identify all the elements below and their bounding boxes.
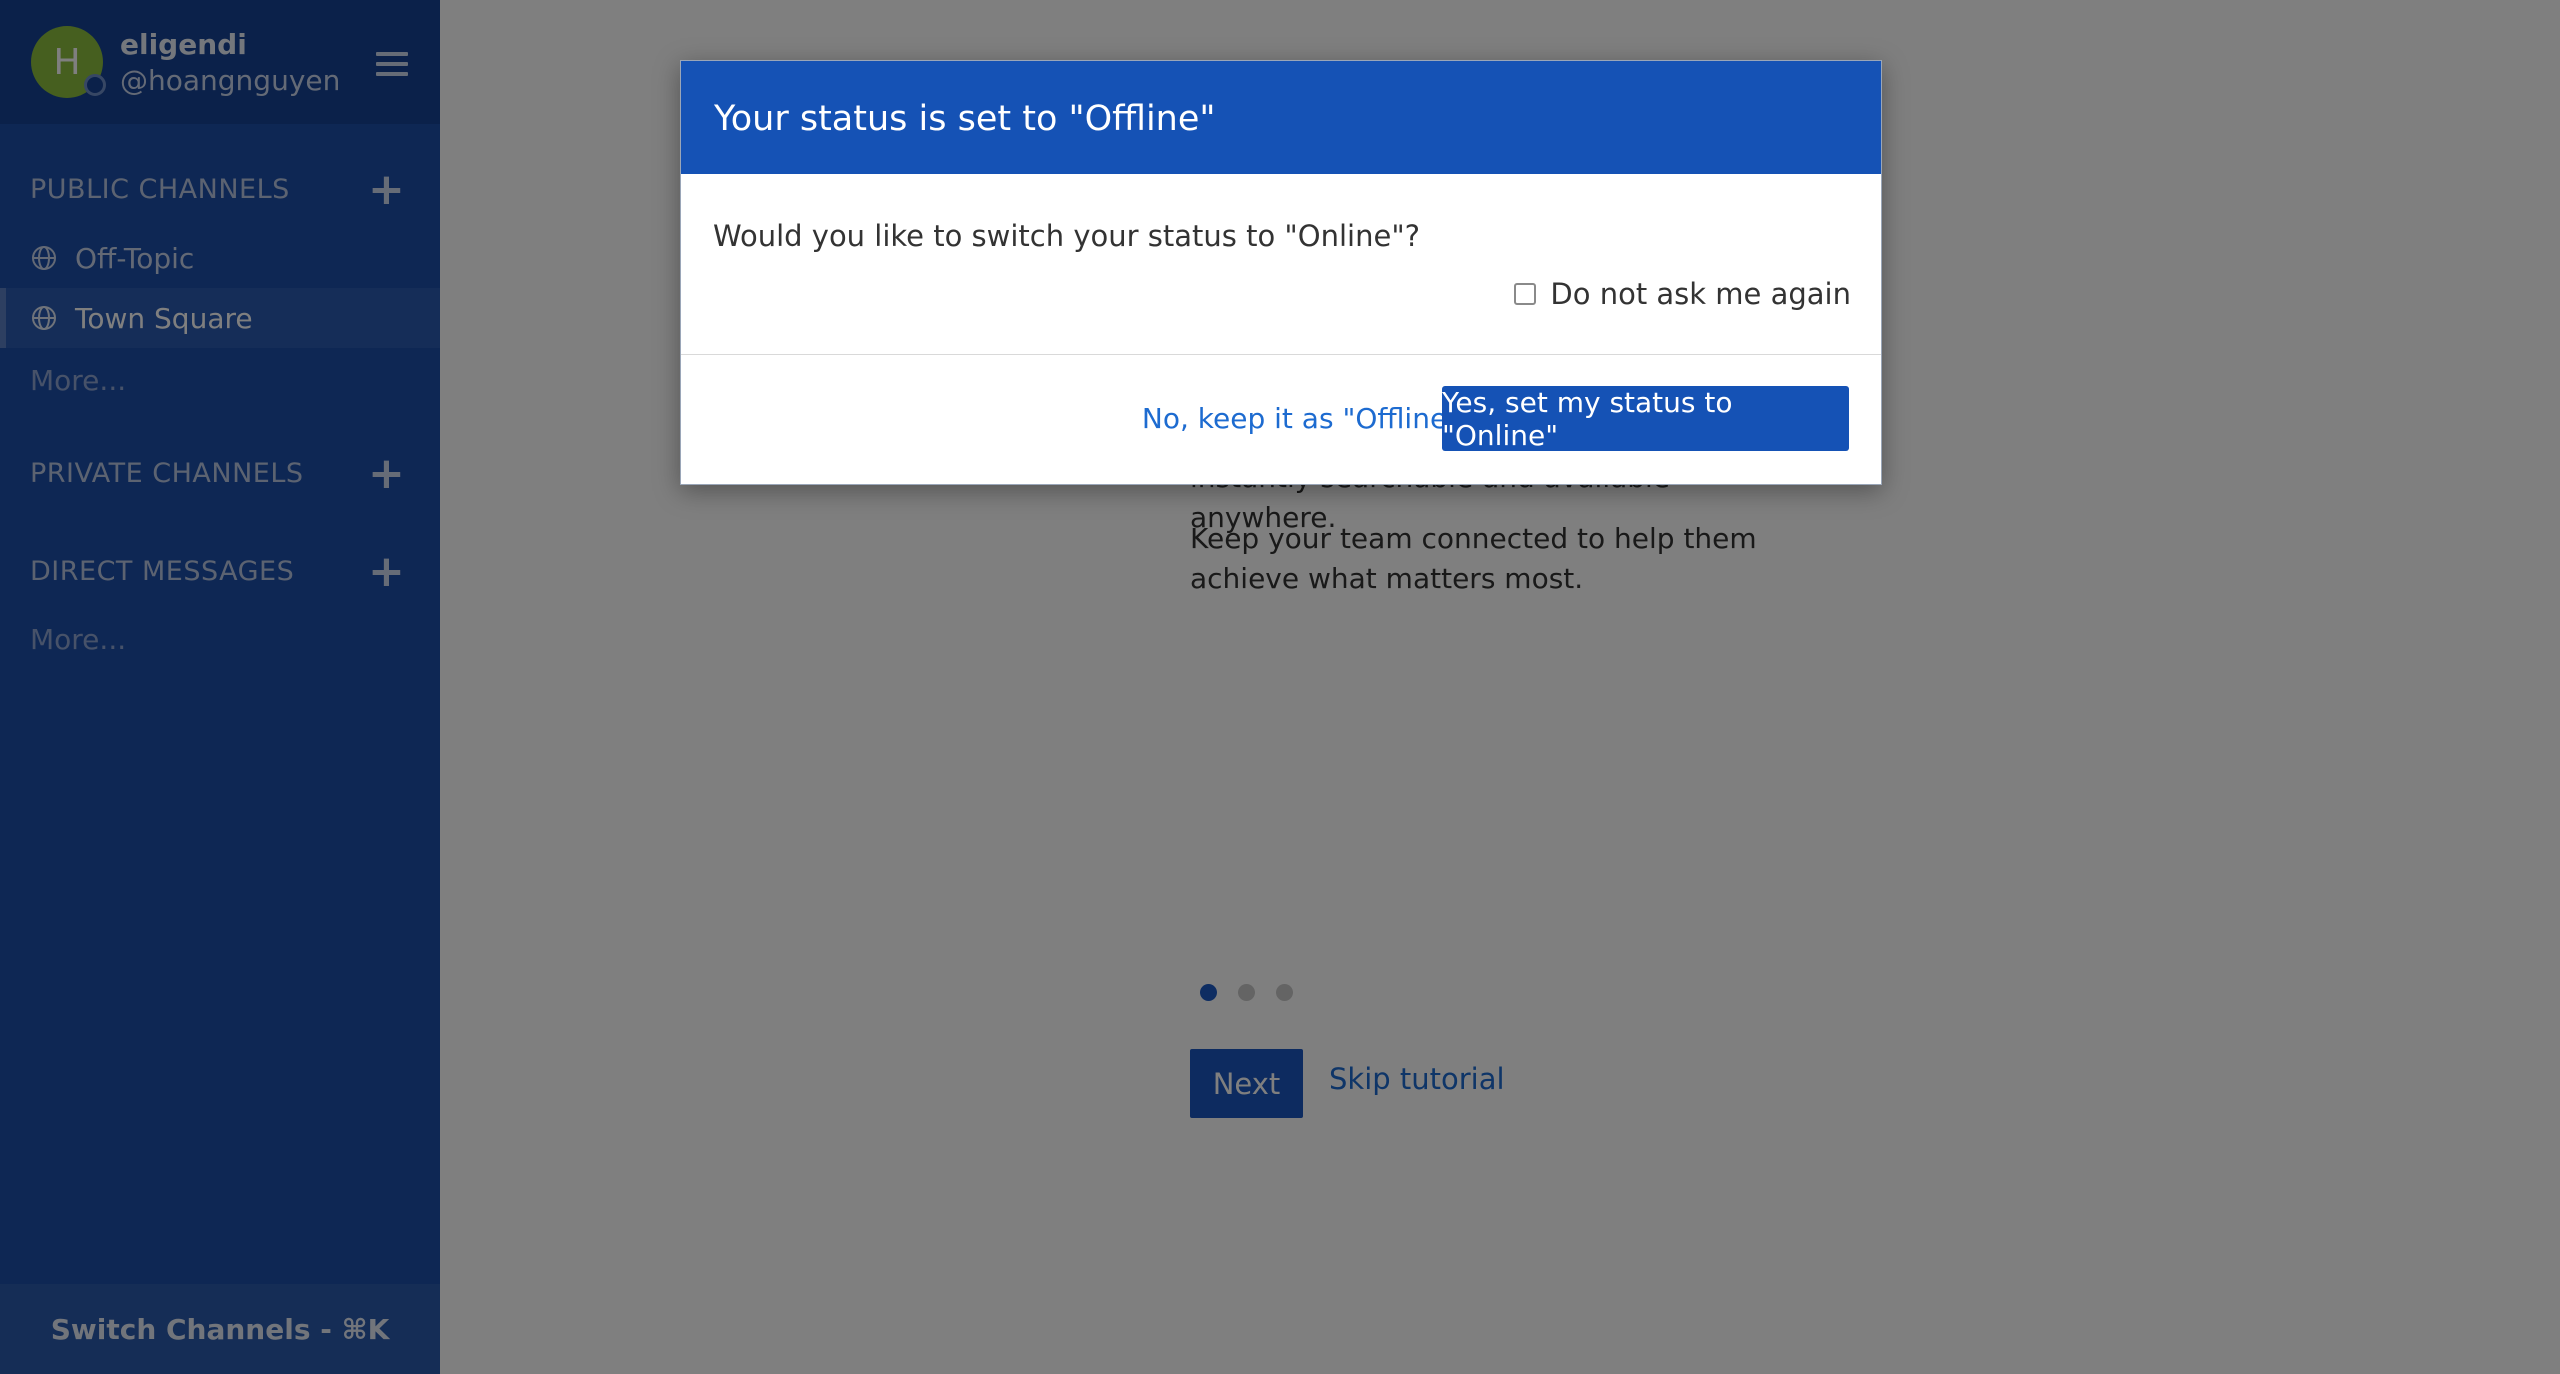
do-not-ask-again-checkbox[interactable]: [1514, 283, 1537, 305]
keep-offline-button[interactable]: No, keep it as "Offline": [1121, 386, 1481, 451]
modal-header: Your status is set to "Offline": [681, 61, 1881, 174]
modal-divider: [681, 354, 1881, 355]
modal-title: Your status is set to "Offline": [714, 99, 1216, 139]
status-modal: Your status is set to "Offline" Would yo…: [680, 60, 1882, 485]
checkbox-label: Do not ask me again: [1550, 277, 1851, 311]
modal-question: Would you like to switch your status to …: [713, 219, 1421, 253]
do-not-ask-again-option[interactable]: Do not ask me again: [1514, 277, 1851, 311]
set-online-button[interactable]: Yes, set my status to "Online": [1442, 386, 1849, 452]
